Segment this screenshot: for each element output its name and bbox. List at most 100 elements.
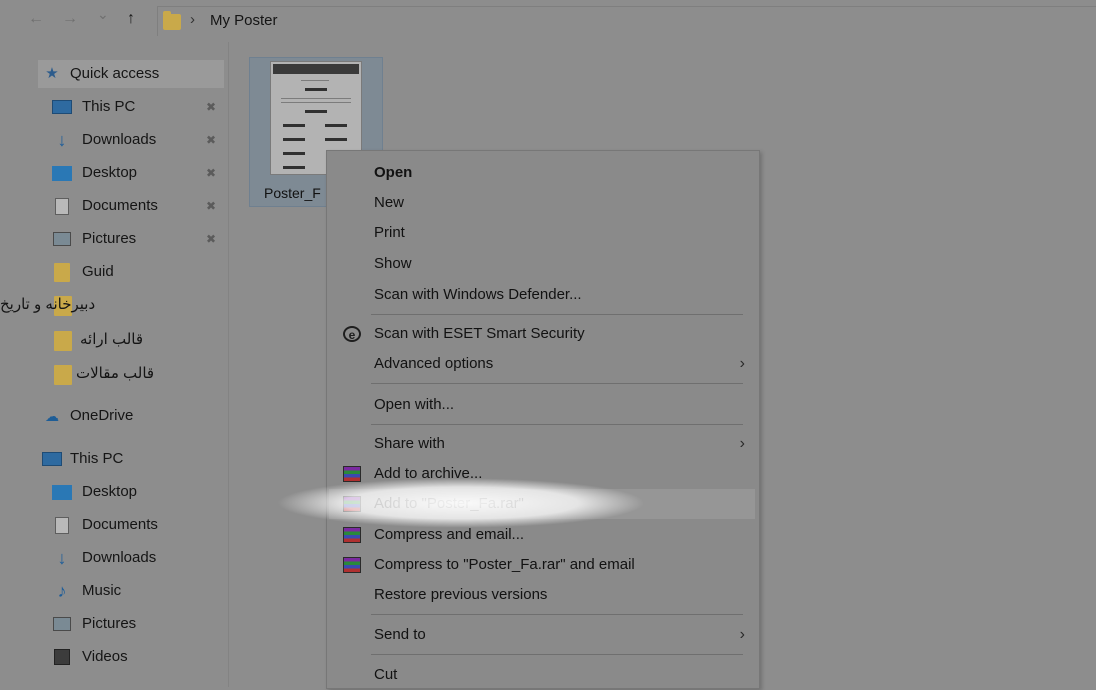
menu-item-compress-rar-email[interactable]: Compress to "Poster_Fa.rar" and email [329, 550, 755, 580]
folder-icon [163, 11, 181, 30]
documents-icon [52, 516, 72, 534]
menu-item-new[interactable]: New [329, 188, 755, 218]
sidebar-item-label: Music [82, 582, 122, 599]
sidebar-item-quick-access[interactable]: ★ Quick access [38, 60, 224, 88]
sidebar-item-label: OneDrive [70, 407, 134, 424]
menu-item-share-with[interactable]: Share with › [329, 429, 755, 459]
thumbnail-line [281, 98, 351, 99]
address-box[interactable]: › My Poster [157, 6, 1096, 36]
menu-item-add-to-rar[interactable]: Add to "Poster_Fa.rar" [329, 489, 755, 519]
menu-item-label: Show [374, 255, 412, 272]
menu-item-restore-previous-versions[interactable]: Restore previous versions [329, 580, 755, 610]
sidebar-item-label: Quick access [70, 65, 160, 82]
pin-icon: ✖ [206, 166, 217, 180]
menu-item-show[interactable]: Show [329, 249, 755, 279]
download-icon: ↓ [57, 548, 67, 568]
pc-icon [52, 98, 72, 116]
menu-item-advanced-options[interactable]: Advanced options › [329, 349, 755, 379]
sidebar-item-label: Downloads [82, 131, 157, 148]
menu-separator [371, 424, 743, 425]
menu-item-scan-eset[interactable]: e Scan with ESET Smart Security [329, 319, 755, 349]
sidebar-item-this-pc[interactable]: This PC [38, 445, 228, 473]
address-bar: ← → ⌄ ↑ › My Poster [0, 0, 1096, 42]
sidebar-item-pc-pictures[interactable]: Pictures [38, 610, 228, 638]
pictures-icon [52, 615, 72, 633]
menu-item-scan-windows-defender[interactable]: Scan with Windows Defender... [329, 280, 755, 310]
file-name: Poster_F [264, 185, 321, 201]
menu-item-label: Send to [374, 626, 426, 643]
menu-item-label: Compress to "Poster_Fa.rar" and email [374, 556, 635, 573]
winrar-icon [343, 466, 361, 482]
folder-icon [52, 262, 72, 282]
eset-icon: e [343, 326, 361, 342]
menu-item-cut[interactable]: Cut [329, 660, 755, 690]
chevron-right-icon: › [739, 626, 745, 643]
menu-item-open-with[interactable]: Open with... [329, 390, 755, 420]
sidebar-item-pictures-pinned[interactable]: Pictures ✖ [38, 225, 228, 253]
sidebar-item-pc-documents[interactable]: Documents [38, 511, 228, 539]
menu-item-label: Open [374, 164, 413, 181]
sidebar-item-downloads-pinned[interactable]: ↓ Downloads ✖ [38, 126, 228, 154]
sidebar-item-label: Guid [82, 263, 114, 280]
sidebar-item-rtl-folder-2[interactable]: قالب ارائه [0, 326, 190, 354]
thumbnail-line [283, 138, 305, 141]
sidebar-item-label: Pictures [82, 230, 137, 247]
thumbnail-line [281, 102, 351, 103]
sidebar-item-label: دبیرخانه و تاریخ [0, 296, 96, 313]
chevron-right-icon: › [739, 435, 745, 452]
recent-locations-button[interactable]: ⌄ [97, 6, 109, 23]
menu-item-label: Restore previous versions [374, 586, 548, 603]
forward-button[interactable]: → [62, 10, 78, 28]
menu-separator [371, 654, 743, 655]
sidebar-item-pc-music[interactable]: ♪ Music [38, 577, 228, 605]
videos-icon [52, 648, 72, 666]
menu-item-label: New [374, 194, 405, 211]
sidebar-item-pc-videos[interactable]: Videos [38, 643, 228, 671]
menu-item-send-to[interactable]: Send to › [329, 620, 755, 650]
desktop-icon [52, 483, 72, 501]
up-button[interactable]: ↑ [127, 10, 135, 28]
sidebar-item-rtl-folder-3[interactable]: قالب مقالات [0, 360, 190, 388]
sidebar-item-rtl-folder-1[interactable]: دبیرخانه و تاریخ [0, 291, 190, 319]
winrar-icon [343, 557, 361, 573]
sidebar-item-label: Videos [82, 648, 128, 665]
menu-item-label: Cut [374, 666, 398, 683]
breadcrumb-my-poster[interactable]: My Poster [210, 12, 278, 29]
menu-item-label: Add to archive... [374, 465, 483, 482]
download-icon: ↓ [57, 130, 67, 150]
sidebar-item-this-pc-pinned[interactable]: This PC ✖ [38, 93, 228, 121]
sidebar-item-desktop-pinned[interactable]: Desktop ✖ [38, 159, 228, 187]
menu-item-label: Add to "Poster_Fa.rar" [374, 495, 524, 512]
menu-item-add-to-archive[interactable]: Add to archive... [329, 459, 755, 489]
menu-item-compress-email[interactable]: Compress and email... [329, 520, 755, 550]
sidebar-item-label: Desktop [82, 483, 138, 500]
menu-item-print[interactable]: Print [329, 218, 755, 248]
menu-item-label: Scan with Windows Defender... [374, 286, 582, 303]
menu-separator [371, 383, 743, 384]
menu-item-label: Compress and email... [374, 526, 525, 543]
documents-icon [52, 197, 72, 215]
thumbnail-header [273, 64, 359, 74]
menu-item-open[interactable]: Open [329, 158, 755, 188]
sidebar-item-documents-pinned[interactable]: Documents ✖ [38, 192, 228, 220]
sidebar-item-label: قالب ارائه [80, 331, 144, 348]
sidebar-item-guid[interactable]: Guid [38, 258, 228, 286]
sidebar-item-pc-downloads[interactable]: ↓ Downloads [38, 544, 228, 572]
sidebar-item-label: This PC [70, 450, 124, 467]
winrar-icon [343, 496, 361, 512]
sidebar-item-onedrive[interactable]: ☁ OneDrive [38, 402, 228, 430]
chevron-right-icon: › [739, 355, 745, 372]
thumbnail-line [283, 124, 305, 127]
desktop-icon [52, 164, 72, 182]
back-button[interactable]: ← [28, 10, 44, 28]
menu-item-label: Print [374, 224, 405, 241]
menu-item-label: Share with [374, 435, 445, 452]
pictures-icon [52, 230, 72, 248]
folder-icon [54, 365, 72, 385]
menu-item-label: Scan with ESET Smart Security [374, 325, 585, 342]
pin-icon: ✖ [206, 100, 217, 114]
cloud-icon: ☁ [45, 408, 59, 424]
folder-icon [54, 331, 72, 351]
sidebar-item-pc-desktop[interactable]: Desktop [38, 478, 228, 506]
pc-icon [42, 450, 62, 468]
